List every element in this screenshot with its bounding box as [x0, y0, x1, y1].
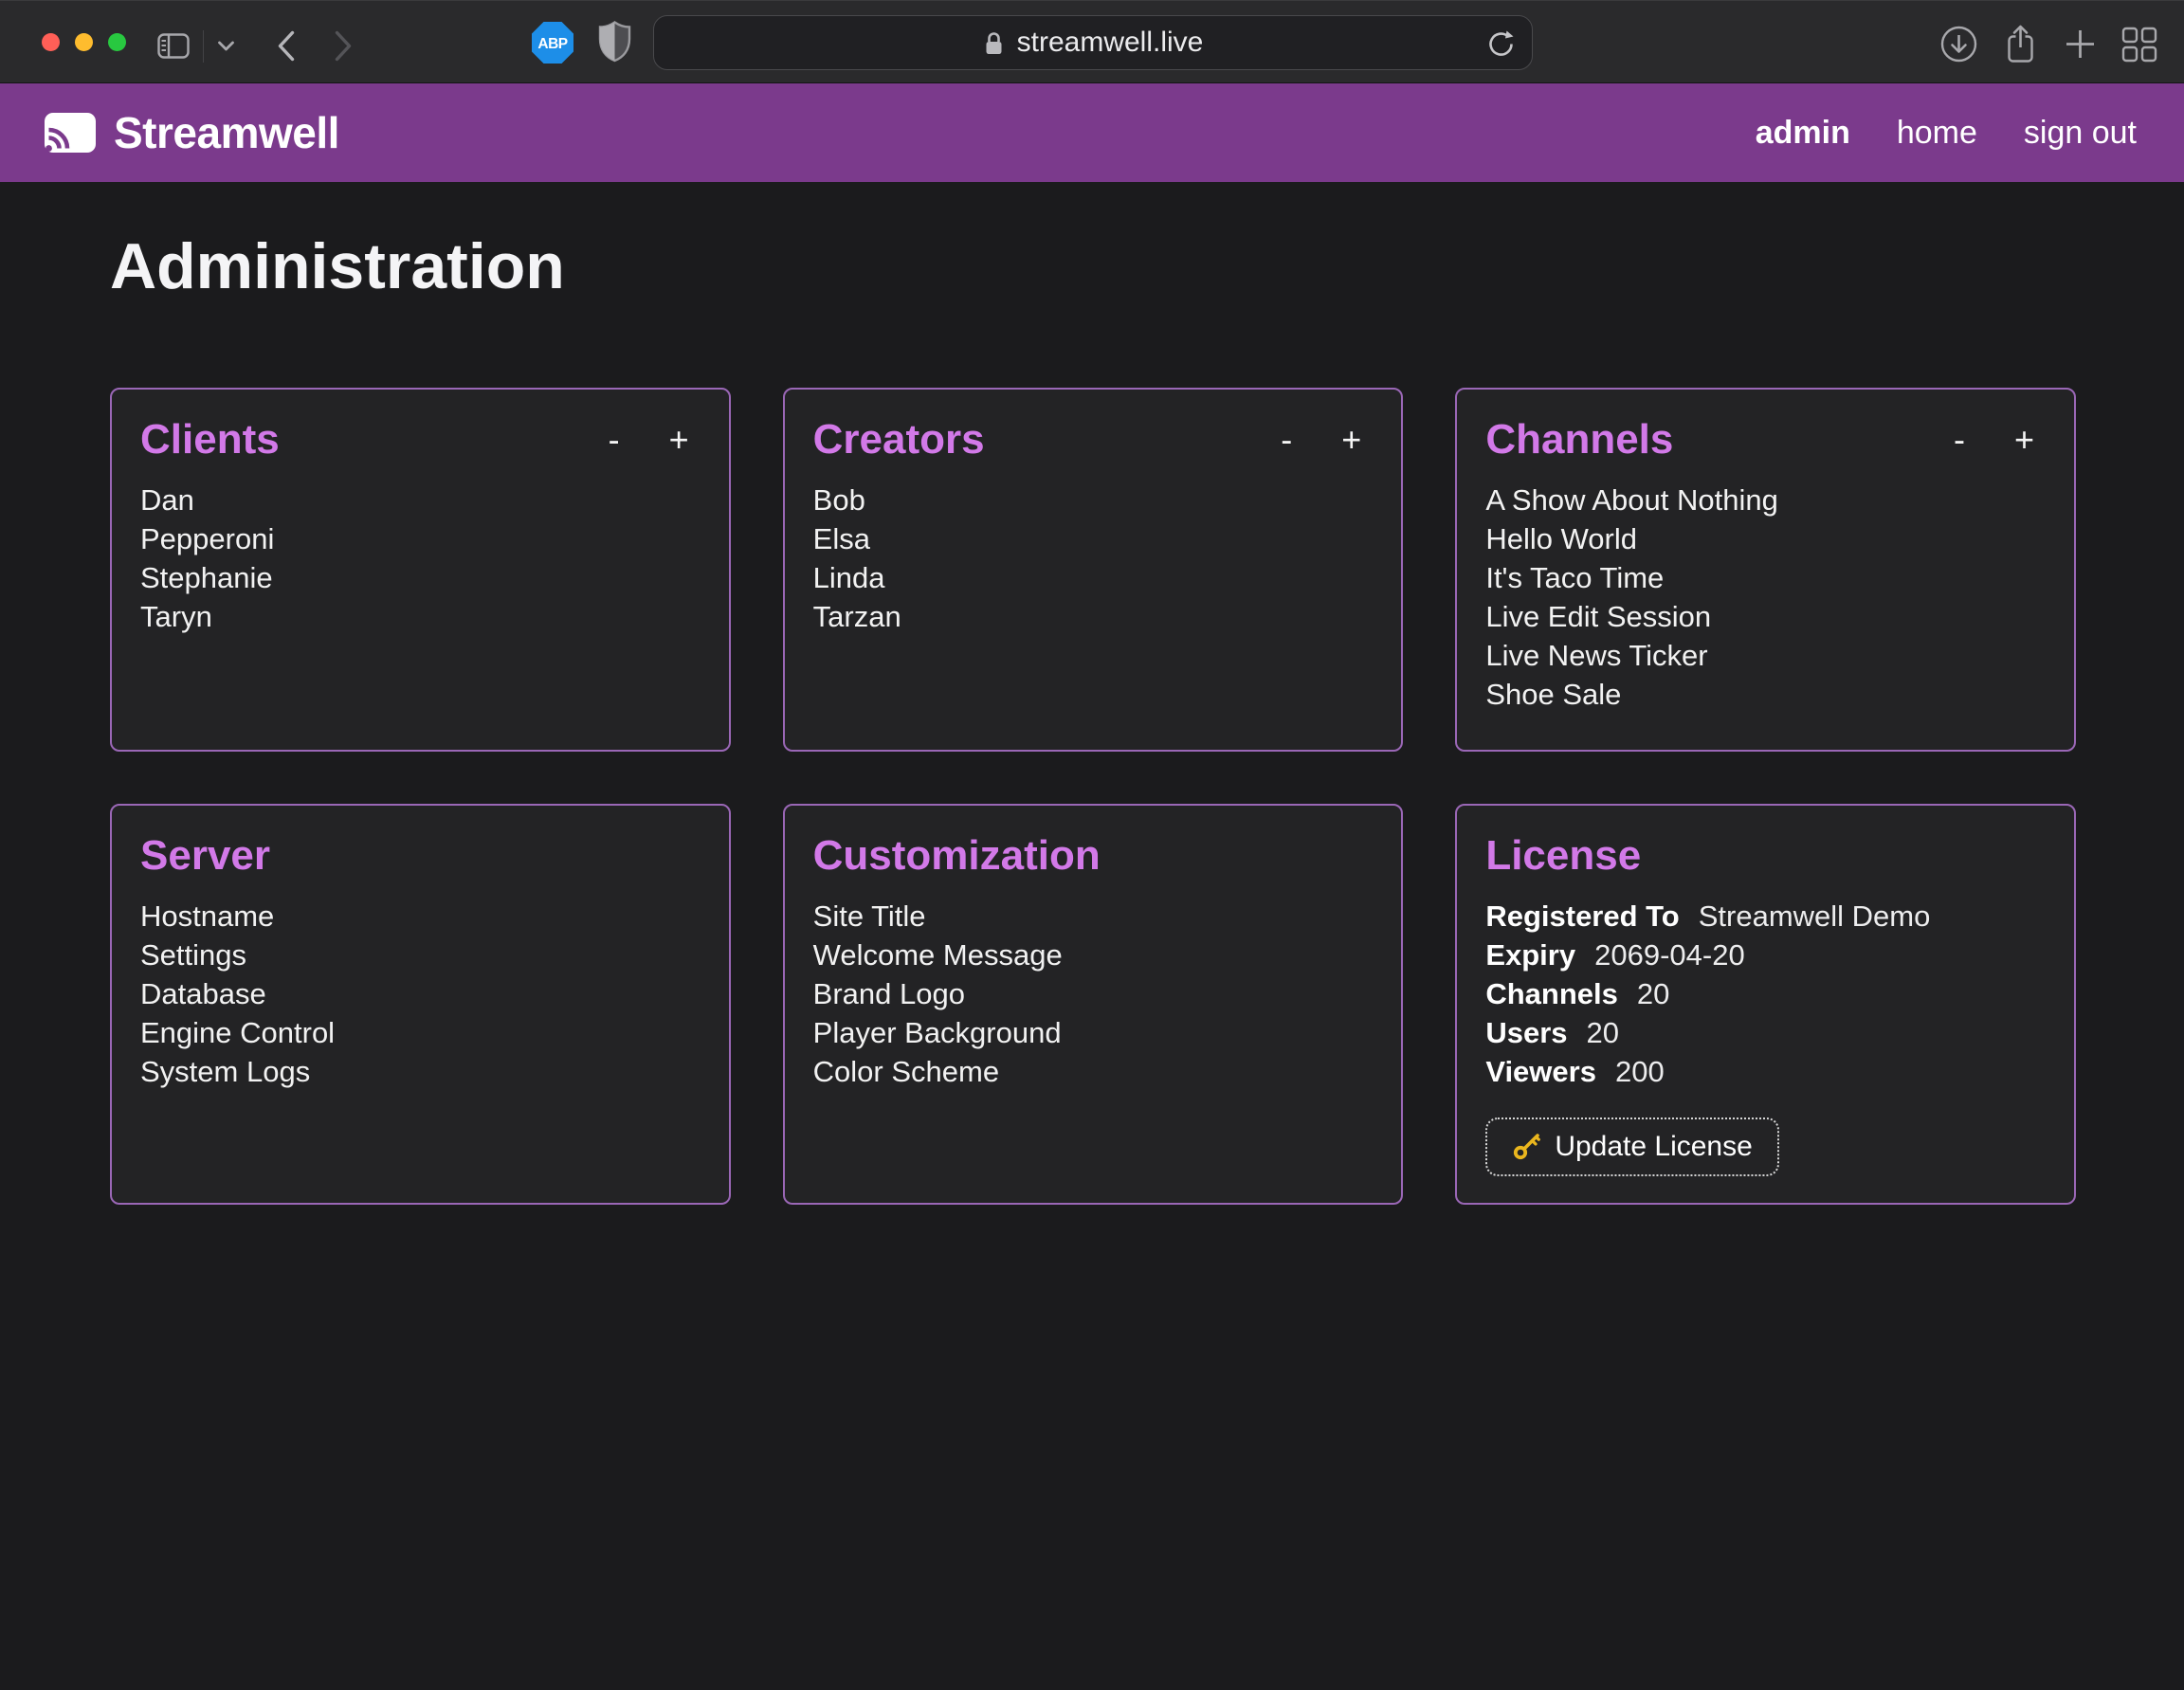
browser-toolbar: ABP streamwell.live	[0, 0, 2184, 83]
license-field-label: Expiry	[1485, 938, 1575, 972]
license-field-value: 20	[1587, 1016, 1619, 1049]
license-field-label: Users	[1485, 1016, 1567, 1049]
window-controls	[42, 33, 126, 51]
list-item[interactable]: Hostname	[140, 897, 701, 936]
list-item[interactable]: A Show About Nothing	[1485, 481, 2046, 519]
list-item[interactable]: Dan	[140, 481, 701, 519]
list-item[interactable]: Live Edit Session	[1485, 597, 2046, 636]
list-item[interactable]: Elsa	[813, 519, 1374, 558]
toolbar-divider	[203, 30, 204, 63]
downloads-icon[interactable]	[1939, 25, 1978, 64]
license-field-value: Streamwell Demo	[1699, 900, 1931, 933]
brand-logo[interactable]: Streamwell	[44, 107, 339, 158]
list-item[interactable]: Engine Control	[140, 1013, 701, 1052]
list-item[interactable]: Live News Ticker	[1485, 636, 2046, 675]
license-field-value: 20	[1637, 977, 1669, 1010]
list-item[interactable]: System Logs	[140, 1052, 701, 1091]
creators-remove-button[interactable]: -	[1277, 419, 1296, 461]
lock-icon[interactable]	[983, 29, 1005, 57]
key-icon	[1512, 1132, 1541, 1161]
license-field-value: 200	[1615, 1055, 1665, 1088]
list-item[interactable]: Site Title	[813, 897, 1374, 936]
list-item[interactable]: Stephanie	[140, 558, 701, 597]
address-bar[interactable]: streamwell.live	[653, 15, 1533, 70]
page-title: Administration	[110, 182, 2184, 302]
list-item[interactable]: It's Taco Time	[1485, 558, 2046, 597]
list-item[interactable]: Pepperoni	[140, 519, 701, 558]
list-item[interactable]: Linda	[813, 558, 1374, 597]
reload-icon[interactable]	[1485, 28, 1517, 60]
main-content: Administration Clients - + Dan Pepperoni…	[0, 182, 2184, 1689]
list-item[interactable]: Shoe Sale	[1485, 675, 2046, 714]
list-item[interactable]: Tarzan	[813, 597, 1374, 636]
creators-add-button[interactable]: +	[1338, 419, 1365, 461]
list-item[interactable]: Brand Logo	[813, 974, 1374, 1013]
zoom-window-button[interactable]	[108, 33, 126, 51]
clients-card-title: Clients	[140, 416, 605, 463]
license-card-title: License	[1485, 832, 2046, 880]
back-button-icon[interactable]	[275, 29, 297, 63]
channels-card: Channels - + A Show About Nothing Hello …	[1455, 388, 2076, 752]
card-grid: Clients - + Dan Pepperoni Stephanie Tary…	[110, 388, 2076, 1205]
license-channels-row: Channels 20	[1485, 974, 2046, 1013]
app-nav: admin home sign out	[1756, 115, 2137, 152]
svg-text:ABP: ABP	[537, 36, 567, 52]
channels-add-button[interactable]: +	[2011, 419, 2038, 461]
license-field-label: Viewers	[1485, 1055, 1596, 1088]
license-field-label: Registered To	[1485, 900, 1679, 933]
sidebar-chevron-down-icon[interactable]	[217, 40, 235, 52]
url-text: streamwell.live	[1017, 27, 1204, 59]
creators-card-title: Creators	[813, 416, 1278, 463]
license-field-label: Channels	[1485, 977, 1618, 1010]
list-item[interactable]: Color Scheme	[813, 1052, 1374, 1091]
app-header: Streamwell admin home sign out	[0, 83, 2184, 182]
server-card-title: Server	[140, 832, 701, 880]
creators-card: Creators - + Bob Elsa Linda Tarzan	[783, 388, 1404, 752]
brand-name: Streamwell	[114, 107, 339, 158]
adblock-abp-icon[interactable]: ABP	[531, 21, 574, 64]
close-window-button[interactable]	[42, 33, 60, 51]
new-tab-icon[interactable]	[2063, 27, 2098, 62]
customization-card: Customization Site Title Welcome Message…	[783, 804, 1404, 1205]
tab-overview-icon[interactable]	[2121, 27, 2157, 63]
share-icon[interactable]	[2002, 23, 2039, 65]
server-card: Server Hostname Settings Database Engine…	[110, 804, 731, 1205]
license-registered-to-row: Registered To Streamwell Demo	[1485, 897, 2046, 936]
list-item[interactable]: Hello World	[1485, 519, 2046, 558]
list-item[interactable]: Settings	[140, 936, 701, 974]
cast-icon	[44, 112, 97, 154]
list-item[interactable]: Taryn	[140, 597, 701, 636]
nav-link-sign-out[interactable]: sign out	[2024, 115, 2137, 152]
sidebar-toggle-icon[interactable]	[157, 33, 190, 59]
license-users-row: Users 20	[1485, 1013, 2046, 1052]
minimize-window-button[interactable]	[75, 33, 93, 51]
nav-link-home[interactable]: home	[1897, 115, 1977, 152]
list-item[interactable]: Bob	[813, 481, 1374, 519]
list-item[interactable]: Database	[140, 974, 701, 1013]
license-viewers-row: Viewers 200	[1485, 1052, 2046, 1091]
license-expiry-row: Expiry 2069-04-20	[1485, 936, 2046, 974]
license-card: License Registered To Streamwell Demo Exp…	[1455, 804, 2076, 1205]
nav-link-admin[interactable]: admin	[1756, 115, 1850, 152]
forward-button-icon[interactable]	[333, 29, 355, 63]
channels-remove-button[interactable]: -	[1950, 419, 1969, 461]
clients-add-button[interactable]: +	[665, 419, 693, 461]
update-license-button[interactable]: Update License	[1485, 1118, 1778, 1176]
list-item[interactable]: Player Background	[813, 1013, 1374, 1052]
clients-card: Clients - + Dan Pepperoni Stephanie Tary…	[110, 388, 731, 752]
license-field-value: 2069-04-20	[1594, 938, 1745, 972]
privacy-shield-icon[interactable]	[597, 20, 632, 64]
channels-card-title: Channels	[1485, 416, 1950, 463]
clients-remove-button[interactable]: -	[605, 419, 624, 461]
customization-card-title: Customization	[813, 832, 1374, 880]
update-license-label: Update License	[1555, 1131, 1752, 1163]
list-item[interactable]: Welcome Message	[813, 936, 1374, 974]
